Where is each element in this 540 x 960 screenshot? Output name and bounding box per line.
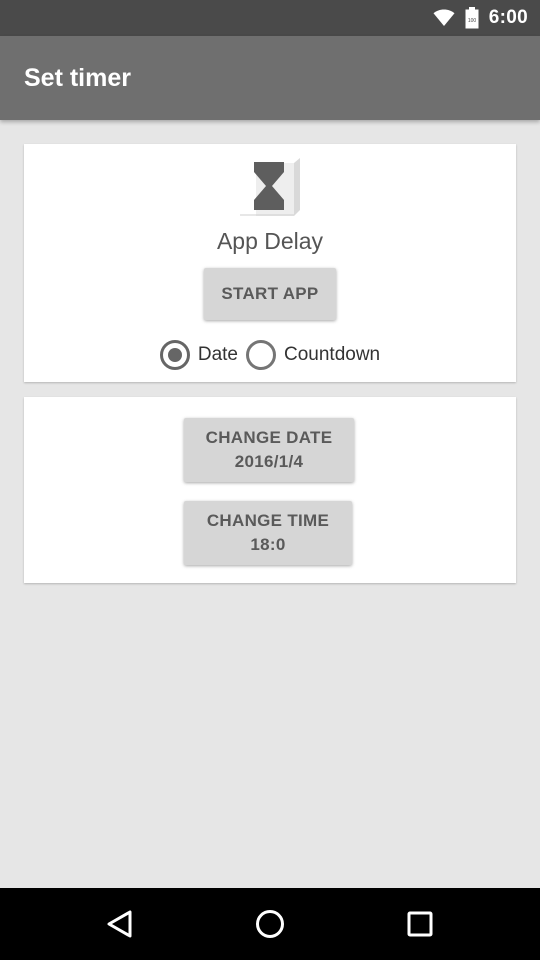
date-value: 2016/1/4 xyxy=(234,452,304,471)
change-date-button[interactable]: CHANGE DATE 2016/1/4 xyxy=(184,418,354,482)
change-date-label: CHANGE DATE xyxy=(205,428,333,447)
svg-text:100: 100 xyxy=(468,18,477,24)
status-bar: 100 6:00 xyxy=(0,0,540,36)
status-clock: 6:00 xyxy=(488,7,528,28)
time-value: 18:0 xyxy=(250,535,286,554)
schedule-card: CHANGE DATE 2016/1/4 CHANGE TIME 18:0 xyxy=(24,397,516,583)
change-time-label: CHANGE TIME xyxy=(206,511,330,530)
home-icon[interactable] xyxy=(254,908,286,940)
screen: 100 6:00 Set timer App Delay START APP D… xyxy=(0,0,540,960)
start-app-button[interactable]: START APP xyxy=(204,268,336,320)
app-card: App Delay START APP Date Countdown xyxy=(24,144,516,382)
radio-date-label: Date xyxy=(197,344,238,365)
battery-icon: 100 xyxy=(465,7,479,29)
mode-radio-group: Date Countdown xyxy=(24,338,516,372)
change-time-button[interactable]: CHANGE TIME 18:0 xyxy=(184,501,352,565)
radio-countdown[interactable]: Countdown xyxy=(246,340,380,370)
app-bar: Set timer xyxy=(0,36,540,120)
radio-checked-icon[interactable] xyxy=(159,340,190,370)
start-app-label: START APP xyxy=(221,284,319,303)
recent-apps-icon[interactable] xyxy=(404,908,436,940)
radio-countdown-label: Countdown xyxy=(284,344,381,365)
nav-bar xyxy=(0,888,540,960)
wifi-icon xyxy=(433,9,455,27)
app-name: App Delay xyxy=(216,228,324,254)
radio-date[interactable]: Date xyxy=(159,340,238,370)
page-title: Set timer xyxy=(24,63,131,92)
back-icon[interactable] xyxy=(104,908,136,940)
hourglass-icon xyxy=(240,158,300,216)
radio-unchecked-icon[interactable] xyxy=(246,340,276,370)
